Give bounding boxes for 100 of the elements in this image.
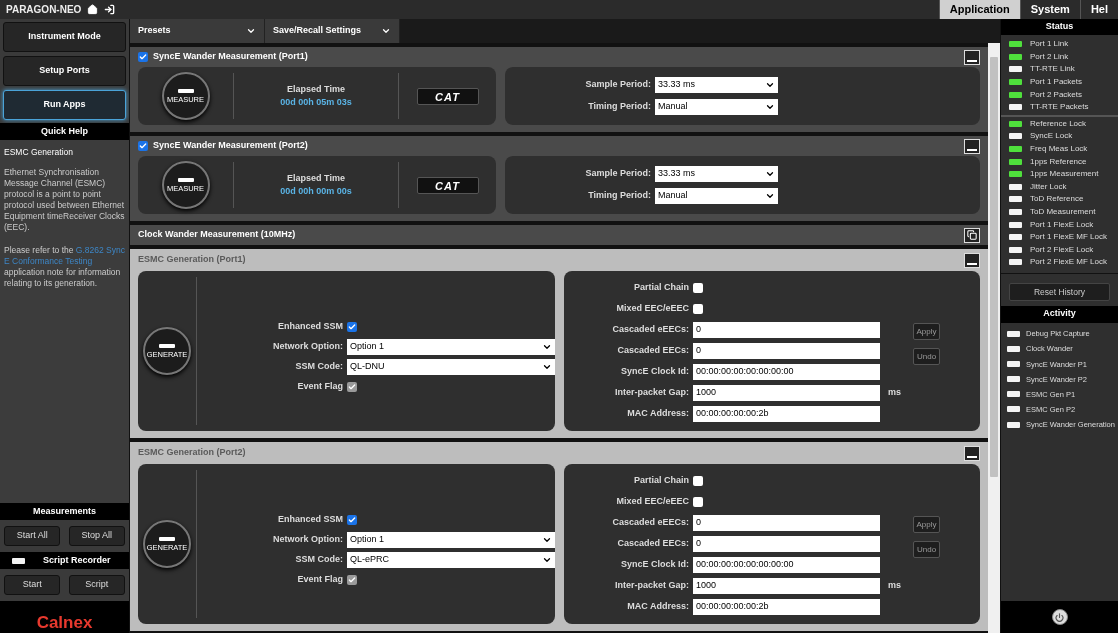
field-label: SSM Code: [294,553,343,567]
app-title: PARAGON-NEO [6,3,82,17]
chevron-icon [765,102,775,112]
dropdown[interactable]: QL-ePRC [347,552,555,568]
dropdown[interactable]: QL-DNU [347,359,555,375]
field-label: Event Flag [296,380,343,394]
checkbox[interactable] [693,304,703,314]
sidebar-button[interactable]: Start All [4,526,61,546]
top-tab[interactable]: Application [938,0,1020,19]
field-label: SyncE Clock Id: [619,558,689,572]
action-button[interactable]: Apply [913,323,940,340]
led-indicator [159,343,175,348]
field-label: Partial Chain [633,281,689,295]
action-button[interactable]: Undo [913,541,940,558]
restore-button[interactable] [964,227,980,243]
scrollbar[interactable] [988,43,1000,633]
checkbox[interactable] [693,476,703,486]
reset-history-button[interactable]: Reset History [1009,283,1110,302]
checkbox[interactable] [138,52,148,62]
dropdown[interactable]: Option 1 [347,532,555,548]
minimize-button[interactable] [964,445,980,461]
checkbox[interactable] [347,322,357,332]
cat-button[interactable]: CAT [416,87,479,105]
section-title: Script Recorder [43,553,111,567]
dropdown[interactable]: Option 1 [347,339,555,355]
sidebar-button[interactable]: Script [68,575,125,595]
field-label: Mixed EEC/eEEC [615,495,689,509]
power-icon [1055,612,1064,622]
nav-button[interactable]: Setup Ports [3,56,126,86]
input-field[interactable]: 00:00:00:00:00:00:00:00 [693,557,880,573]
status-label: Port 2 FlexE MF Lock [1030,256,1107,269]
status-label: TT-RTE Packets [1030,101,1089,114]
help-heading: ESMC Generation [4,146,74,159]
field-label: Sample Period: [584,78,651,92]
chevron-icon [765,169,775,179]
nav-button[interactable]: Instrument Mode [3,22,126,52]
input-field[interactable]: 0 [693,515,880,531]
status-label: ToD Measurement [1030,206,1096,218]
field-label: MAC Address: [626,407,689,421]
elapsed-label: Elapsed Time [287,171,345,185]
sidebar-button[interactable]: Stop All [68,526,125,546]
led-indicator [159,536,175,541]
input-field[interactable]: 00:00:00:00:00:2b [693,406,880,422]
chevron-icon [765,80,775,90]
input-field[interactable]: 00:00:00:00:00:2b [693,599,880,615]
panel-title: SyncE Wander Measurement (Port2) [153,139,308,153]
field-label: SSM Code: [294,360,343,374]
led-indicator [177,88,194,93]
status-label: ToD Reference [1030,193,1084,206]
toolbar-menu[interactable]: Save/Recall Settings [265,19,400,43]
unit-label: ms [888,386,901,400]
checkbox[interactable] [693,283,703,293]
status-label: Port 1 Link [1030,38,1069,51]
input-field[interactable]: 1000 [693,578,880,594]
elapsed-time: 00d 00h 05m 03s [280,96,352,109]
dropdown[interactable]: Manual [655,99,778,115]
home-icon[interactable] [87,4,99,15]
checkbox[interactable] [693,497,703,507]
field-label: Sample Period: [584,167,651,181]
field-label: Network Option: [272,533,343,547]
checkbox[interactable] [347,515,357,525]
section-header: Status [1001,19,1118,35]
status-label: Port 1 FlexE MF Lock [1030,231,1107,244]
dropdown[interactable]: 33.33 ms [655,77,778,93]
field-label: Timing Period: [587,189,651,203]
input-field[interactable]: 00:00:00:00:00:00:00:00 [693,364,880,380]
input-field[interactable]: 0 [693,322,880,338]
minimize-button[interactable] [964,49,980,65]
action-button[interactable]: Apply [913,516,940,533]
chevron-icon [765,191,775,201]
status-label: Reference Lock [1030,117,1087,130]
status-label: 1pps Measurement [1030,168,1099,181]
dropdown[interactable]: Manual [655,188,778,204]
nav-button[interactable]: Run Apps [3,90,126,120]
input-field[interactable]: 0 [693,343,880,359]
power-button[interactable] [1051,609,1068,625]
cat-button[interactable]: CAT [416,176,479,194]
elapsed-label: Elapsed Time [287,82,345,96]
field-label: Cascaded EECs: [616,537,689,551]
checkbox[interactable] [138,141,148,151]
field-label: Event Flag [296,573,343,587]
status-label: Port 1 FlexE Lock [1030,218,1094,231]
status-label: Freq Meas Lock [1030,143,1088,156]
led-indicator [177,177,194,182]
field-label: Mixed EEC/eEEC [615,302,689,316]
panel-title: ESMC Generation (Port1) [138,253,246,267]
unit-label: ms [888,579,901,593]
input-field[interactable]: 0 [693,536,880,552]
field-label: SyncE Clock Id: [619,365,689,379]
field-label: Cascaded eEECs: [611,323,689,337]
minimize-button[interactable] [964,252,980,268]
toolbar-menu[interactable]: Presets [130,19,265,43]
action-button[interactable]: Undo [913,348,940,365]
input-field[interactable]: 1000 [693,385,880,401]
minimize-button[interactable] [964,138,980,154]
section-header: Activity [1001,305,1118,323]
chevron-icon [246,26,256,36]
sidebar-button[interactable]: Start [4,575,61,595]
sign-in-icon[interactable] [104,4,116,15]
dropdown[interactable]: 33.33 ms [655,166,778,182]
